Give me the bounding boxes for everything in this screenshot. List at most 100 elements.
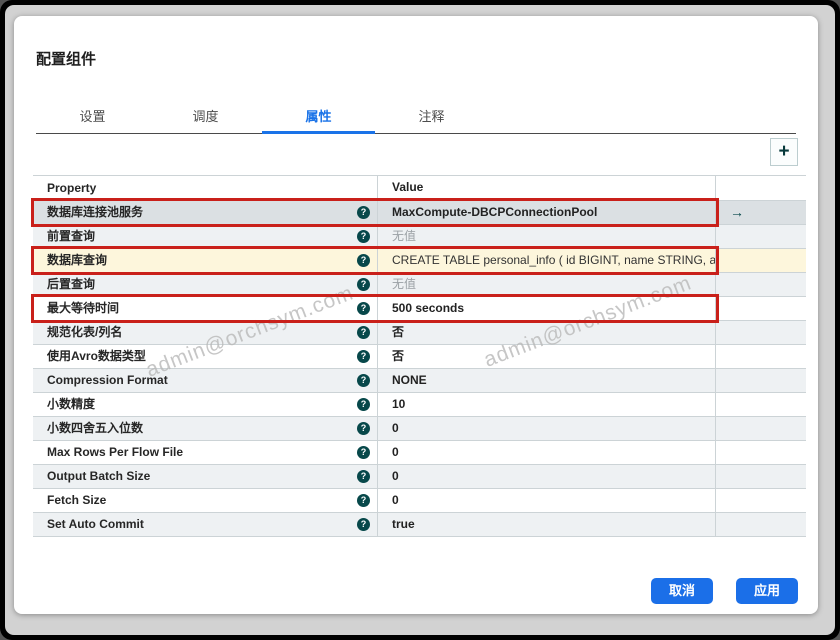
screenshot-frame: 配置组件 设置调度属性注释 + Property Value 数据库连接池服务 …: [0, 0, 840, 640]
help-question-icon[interactable]: ?: [357, 326, 370, 339]
plus-icon: +: [778, 141, 789, 162]
actions-cell: [716, 297, 806, 320]
table-row[interactable]: 后置查询 ? 无值: [33, 272, 806, 296]
help-question-icon[interactable]: ?: [357, 518, 370, 531]
table-row[interactable]: Max Rows Per Flow File ? 0: [33, 440, 806, 464]
property-column-header: Property: [33, 176, 378, 200]
property-name: 前置查询: [47, 225, 357, 248]
help-question-icon[interactable]: ?: [357, 350, 370, 363]
property-name: Max Rows Per Flow File: [47, 441, 357, 464]
properties-table: Property Value 数据库连接池服务 ? MaxCompute-DBC…: [33, 175, 806, 537]
actions-cell: [716, 321, 806, 344]
property-name: 后置查询: [47, 273, 357, 296]
help-question-icon[interactable]: ?: [357, 446, 370, 459]
property-value[interactable]: 无值: [378, 225, 716, 248]
property-cell: 数据库连接池服务 ?: [33, 201, 378, 224]
apply-button[interactable]: 应用: [736, 578, 798, 604]
property-name: Output Batch Size: [47, 465, 357, 488]
help-question-icon[interactable]: ?: [357, 302, 370, 315]
property-cell: 小数精度 ?: [33, 393, 378, 416]
tab-bar: 设置调度属性注释: [36, 88, 796, 134]
property-value[interactable]: CREATE TABLE personal_info ( id BIGINT, …: [378, 249, 716, 272]
table-row[interactable]: 前置查询 ? 无值: [33, 224, 806, 248]
property-name: 小数精度: [47, 393, 357, 416]
property-cell: 后置查询 ?: [33, 273, 378, 296]
table-row[interactable]: Fetch Size ? 0: [33, 488, 806, 512]
table-row[interactable]: 规范化表/列名 ? 否: [33, 320, 806, 344]
actions-cell: [716, 489, 806, 512]
property-value[interactable]: 10: [378, 393, 716, 416]
table-row[interactable]: Output Batch Size ? 0: [33, 464, 806, 488]
property-value[interactable]: 无值: [378, 273, 716, 296]
table-row[interactable]: 数据库连接池服务 ? MaxCompute-DBCPConnectionPool…: [33, 200, 806, 224]
property-cell: 前置查询 ?: [33, 225, 378, 248]
actions-cell: [716, 273, 806, 296]
help-question-icon[interactable]: ?: [357, 470, 370, 483]
tab-属性[interactable]: 属性: [262, 88, 375, 134]
property-cell: 规范化表/列名 ?: [33, 321, 378, 344]
table-row[interactable]: 使用Avro数据类型 ? 否: [33, 344, 806, 368]
property-cell: Max Rows Per Flow File ?: [33, 441, 378, 464]
property-value[interactable]: 否: [378, 321, 716, 344]
property-name: 使用Avro数据类型: [47, 345, 357, 368]
help-question-icon[interactable]: ?: [357, 278, 370, 291]
property-cell: Compression Format ?: [33, 369, 378, 392]
table-body: 数据库连接池服务 ? MaxCompute-DBCPConnectionPool…: [33, 200, 806, 536]
actions-cell: [716, 249, 806, 272]
table-row[interactable]: 数据库查询 ? CREATE TABLE personal_info ( id …: [33, 248, 806, 272]
table-row[interactable]: Set Auto Commit ? true: [33, 512, 806, 536]
property-name: Set Auto Commit: [47, 513, 357, 536]
property-name: 数据库查询: [47, 249, 357, 272]
help-question-icon[interactable]: ?: [357, 374, 370, 387]
help-question-icon[interactable]: ?: [357, 254, 370, 267]
help-question-icon[interactable]: ?: [357, 230, 370, 243]
help-question-icon[interactable]: ?: [357, 206, 370, 219]
table-row[interactable]: 最大等待时间 ? 500 seconds: [33, 296, 806, 320]
property-value[interactable]: 500 seconds: [378, 297, 716, 320]
dialog-title: 配置组件: [36, 48, 96, 69]
property-cell: Fetch Size ?: [33, 489, 378, 512]
tab-设置[interactable]: 设置: [36, 88, 149, 134]
actions-cell: →: [716, 201, 806, 224]
property-value[interactable]: true: [378, 513, 716, 536]
tab-注释[interactable]: 注释: [375, 88, 488, 134]
actions-cell: [716, 345, 806, 368]
cancel-button[interactable]: 取消: [651, 578, 713, 604]
property-cell: 最大等待时间 ?: [33, 297, 378, 320]
property-name: 小数四舍五入位数: [47, 417, 357, 440]
property-value[interactable]: NONE: [378, 369, 716, 392]
property-cell: Set Auto Commit ?: [33, 513, 378, 536]
help-question-icon[interactable]: ?: [357, 494, 370, 507]
property-value[interactable]: 0: [378, 417, 716, 440]
tab-调度[interactable]: 调度: [149, 88, 262, 134]
table-row[interactable]: Compression Format ? NONE: [33, 368, 806, 392]
table-header-row: Property Value: [33, 176, 806, 200]
property-name: Fetch Size: [47, 489, 357, 512]
help-question-icon[interactable]: ?: [357, 422, 370, 435]
actions-cell: [716, 513, 806, 536]
property-cell: 小数四舍五入位数 ?: [33, 417, 378, 440]
table-row[interactable]: 小数四舍五入位数 ? 0: [33, 416, 806, 440]
property-name: 最大等待时间: [47, 297, 357, 320]
help-question-icon[interactable]: ?: [357, 398, 370, 411]
property-value[interactable]: 0: [378, 489, 716, 512]
actions-cell: [716, 417, 806, 440]
property-cell: Output Batch Size ?: [33, 465, 378, 488]
property-name: Compression Format: [47, 369, 357, 392]
property-name: 规范化表/列名: [47, 321, 357, 344]
property-value[interactable]: MaxCompute-DBCPConnectionPool: [378, 201, 716, 224]
property-value[interactable]: 0: [378, 441, 716, 464]
add-property-button[interactable]: +: [770, 138, 798, 166]
goto-service-arrow-icon[interactable]: →: [730, 204, 744, 220]
configure-component-dialog: 配置组件 设置调度属性注释 + Property Value 数据库连接池服务 …: [14, 16, 818, 614]
property-value[interactable]: 0: [378, 465, 716, 488]
table-row[interactable]: 小数精度 ? 10: [33, 392, 806, 416]
property-cell: 使用Avro数据类型 ?: [33, 345, 378, 368]
property-cell: 数据库查询 ?: [33, 249, 378, 272]
value-column-header: Value: [378, 176, 716, 200]
actions-cell: [716, 441, 806, 464]
property-value[interactable]: 否: [378, 345, 716, 368]
actions-cell: [716, 225, 806, 248]
actions-column-header: [716, 176, 806, 200]
actions-cell: [716, 369, 806, 392]
